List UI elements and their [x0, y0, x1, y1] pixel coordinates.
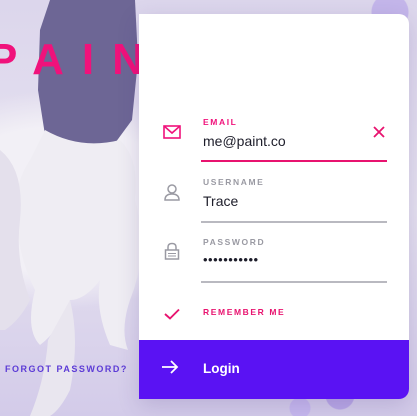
email-underline [201, 160, 387, 162]
remember-me-checkbox[interactable]: REMEMBER ME [139, 302, 409, 326]
close-icon [373, 126, 385, 138]
arrow-right-icon [161, 359, 179, 380]
username-field-group: USERNAME Trace [139, 174, 409, 234]
checkmark-icon [161, 303, 183, 325]
password-field-group: PASSWORD ••••••••••• [139, 234, 409, 294]
email-field-group: EMAIL me@paint.co [139, 14, 409, 174]
password-underline [201, 281, 387, 283]
user-icon [161, 181, 183, 203]
clear-email-button[interactable] [371, 124, 387, 140]
username-input[interactable]: Trace [203, 193, 238, 209]
mail-icon [161, 121, 183, 143]
username-underline [201, 221, 387, 223]
username-label: USERNAME [203, 177, 265, 187]
email-label: EMAIL [203, 117, 238, 127]
remember-me-label: REMEMBER ME [203, 307, 286, 317]
forgot-password-link[interactable]: FORGOT PASSWORD? [5, 364, 128, 374]
password-input[interactable]: ••••••••••• [203, 252, 259, 267]
password-label: PASSWORD [203, 237, 266, 247]
login-card: EMAIL me@paint.co USERNAME Trace PASSWOR… [139, 14, 409, 399]
lock-icon [161, 240, 183, 262]
login-button[interactable]: Login [139, 340, 409, 399]
login-button-label: Login [203, 361, 240, 376]
email-input[interactable]: me@paint.co [203, 133, 286, 149]
